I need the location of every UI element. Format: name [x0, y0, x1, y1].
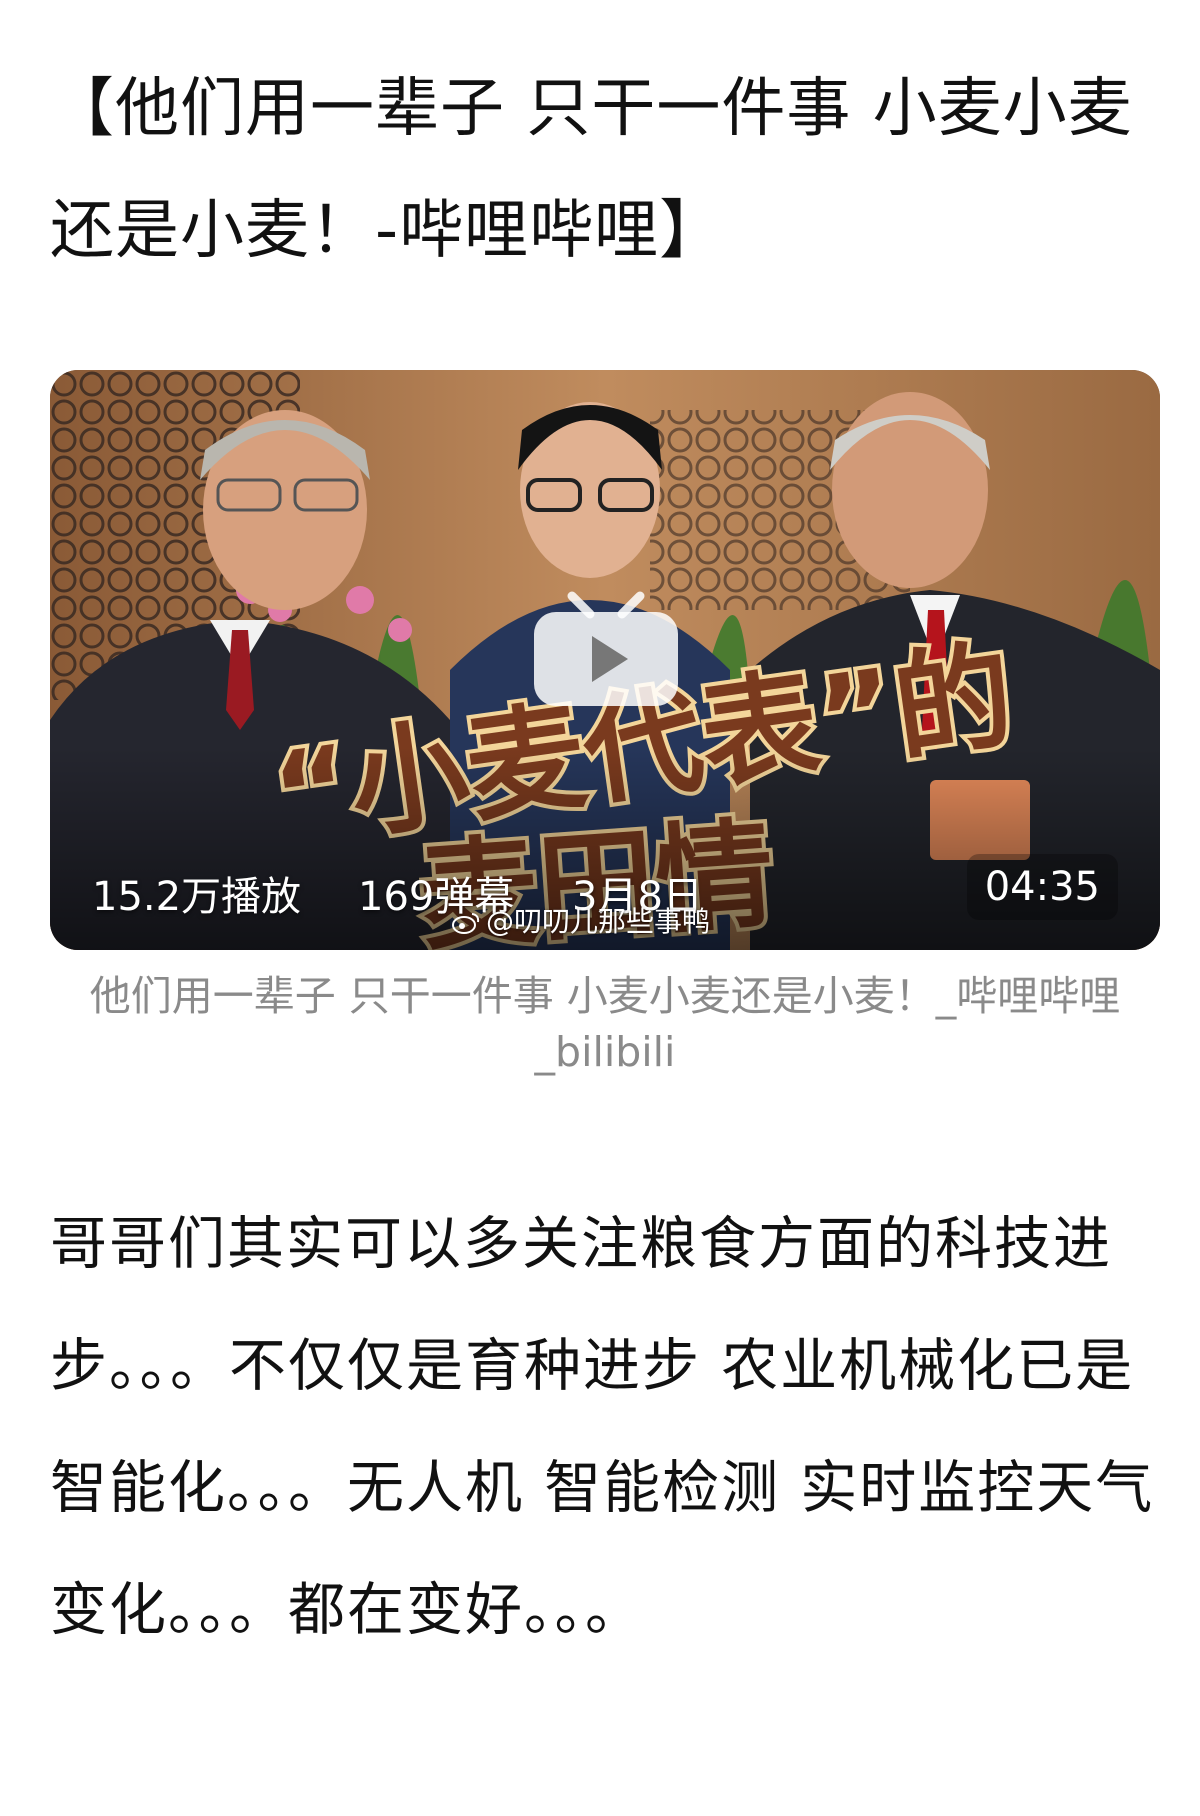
- bilibili-tv-play-icon[interactable]: [528, 590, 684, 710]
- post-body: 哥哥们其实可以多关注粮食方面的科技进步。。。不仅仅是育种进步 农业机械化已是智能…: [50, 1211, 1155, 1643]
- video-caption: 他们用一辈子 只干一件事 小麦小麦还是小麦！_哔哩哔哩_bilibili: [89, 972, 1121, 1076]
- page: 【他们用一辈子 只干一件事 小麦小麦还是小麦！-哔哩哔哩】 15.2万播放 16…: [0, 0, 1200, 1816]
- article-title: 【他们用一辈子 只干一件事 小麦小麦还是小麦！-哔哩哔哩】: [50, 72, 1133, 268]
- watermark-text: @叨叨儿那些事鸭: [486, 905, 711, 938]
- weibo-icon: [452, 913, 480, 934]
- video-duration: 04:35: [966, 854, 1118, 920]
- view-count: 15.2万播放: [92, 874, 302, 920]
- video-card[interactable]: “小麦代表”的 麦田情 15.2万播放 169弹幕 3月8日 04:35 @叨叨…: [50, 370, 1160, 950]
- weibo-watermark: @叨叨儿那些事鸭: [452, 900, 710, 940]
